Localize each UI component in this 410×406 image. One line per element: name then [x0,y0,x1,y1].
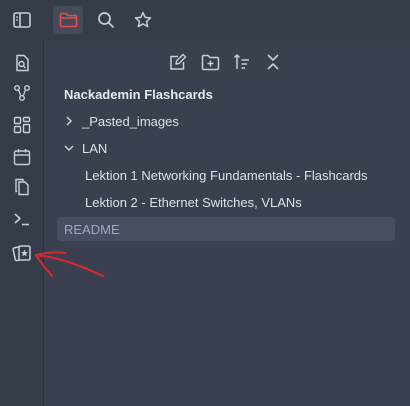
chevron-down-icon [62,141,76,155]
terminal-icon[interactable] [8,206,36,232]
folder-item-lan[interactable]: LAN [62,136,107,160]
open-quick-switcher-icon[interactable] [8,50,36,76]
canvas-icon[interactable] [8,112,36,138]
sort-icon[interactable] [229,50,255,74]
folder-label: LAN [82,140,108,156]
folder-label: _Pasted_images [82,113,179,129]
left-ribbon [0,40,44,406]
file-label: README [64,221,120,237]
file-label: Lektion 2 - Ethernet Switches, VLANs [85,194,302,210]
file-label: Lektion 1 Networking Fundamentals - Flas… [85,167,368,183]
file-item-lektion-2[interactable]: Lektion 2 - Ethernet Switches, VLANs [85,190,302,214]
new-folder-icon[interactable] [197,50,223,74]
folder-icon[interactable] [53,6,83,34]
new-note-icon[interactable] [165,50,191,74]
copy-icon[interactable] [8,174,36,200]
folder-item-pasted-images[interactable]: _Pasted_images [62,109,179,133]
file-item-readme[interactable]: README [57,217,395,241]
collapse-icon[interactable] [260,50,286,74]
chevron-right-icon [62,114,76,128]
search-icon[interactable] [91,6,121,34]
sidebar-toggle-icon[interactable] [7,6,37,34]
calendar-icon[interactable] [8,144,36,170]
file-item-lektion-1[interactable]: Lektion 1 Networking Fundamentals - Flas… [85,163,368,187]
star-icon[interactable] [128,6,158,34]
top-bar [0,0,410,40]
flashcards-icon[interactable] [8,240,36,266]
file-explorer-panel: Nackademin Flashcards _Pasted_images LAN… [44,40,410,406]
graph-icon[interactable] [8,80,36,106]
vault-title[interactable]: Nackademin Flashcards [64,87,213,102]
vertical-scroll-track [406,40,410,406]
